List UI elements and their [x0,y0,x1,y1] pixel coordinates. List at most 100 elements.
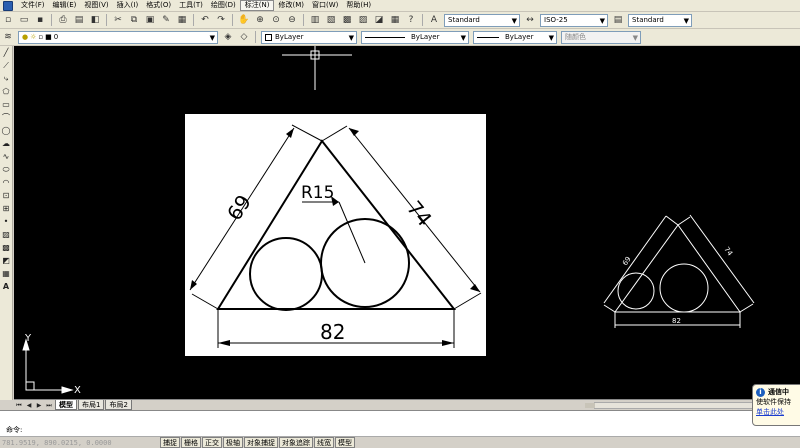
spline-icon[interactable]: ∿ [1,150,12,163]
prev-tab-icon[interactable]: ◀ [24,401,34,410]
text-style-select[interactable]: Standard ▼ [444,13,520,27]
dim-bottom-label: 82 [320,320,345,344]
chevron-down-icon: ▼ [599,16,605,25]
layer-select[interactable]: ● ☼ ▫ ■ 0 ▼ [18,30,218,44]
open-file-icon[interactable]: ▭ [17,14,31,27]
dim-style-select[interactable]: ISO-25 ▼ [540,13,608,27]
text-style-icon[interactable]: A [427,14,441,27]
gradient-icon[interactable]: ▩ [1,241,12,254]
small-triangle-drawing [603,214,755,328]
tab-layout2[interactable]: 布局2 [105,400,132,410]
zoom-previous-icon[interactable]: ⊖ [285,14,299,27]
redo-icon[interactable]: ↷ [214,14,228,27]
menu-bar: 文件(F) 编辑(E) 视图(V) 插入(I) 格式(O) 工具(T) 绘图(D… [0,0,800,12]
rectangle-icon[interactable]: ▭ [1,98,12,111]
first-tab-icon[interactable]: ⏮ [14,401,24,410]
design-center-icon[interactable]: ▧ [324,14,338,27]
zoom-realtime-icon[interactable]: ⊕ [253,14,267,27]
circle-icon[interactable]: ◯ [1,124,12,137]
zoom-window-icon[interactable]: ⊙ [269,14,283,27]
print-preview-icon[interactable]: ▤ [72,14,86,27]
paste-icon[interactable]: ▣ [143,14,157,27]
ellipse-icon[interactable]: ⬭ [1,163,12,176]
color-select[interactable]: ByLayer ▼ [261,30,357,44]
last-tab-icon[interactable]: ⏭ [44,401,54,410]
tool-palettes-icon[interactable]: ▩ [340,14,354,27]
notification-title-row: i 通信中 [756,387,800,397]
construction-line-icon[interactable]: ⟋ [1,59,12,72]
help-icon[interactable]: ? [404,14,418,27]
menu-format[interactable]: 格式(O) [142,0,175,11]
hatch-icon[interactable]: ▨ [1,228,12,241]
lineweight-toggle[interactable]: 线宽 [314,437,334,448]
table-style-icon[interactable]: ▤ [611,14,625,27]
otrack-toggle[interactable]: 对象追踪 [279,437,313,448]
radius-label: R15 [301,183,334,203]
layer-manager-icon[interactable]: ≋ [1,31,15,44]
make-block-icon[interactable]: ⊞ [1,202,12,215]
print-icon[interactable]: ⎙ [56,14,70,27]
plot-style-select[interactable]: 随颜色 ▼ [561,30,641,44]
menu-view[interactable]: 视图(V) [80,0,112,11]
scrollbar-thumb[interactable] [585,403,595,408]
layer-value: 0 [53,33,59,41]
menu-window[interactable]: 窗口(W) [308,0,342,11]
line-icon[interactable]: ╱ [1,46,12,59]
ellipse-arc-icon[interactable]: ◠ [1,176,12,189]
tab-model[interactable]: 模型 [55,400,77,410]
menu-help[interactable]: 帮助(H) [342,0,375,11]
linetype-select[interactable]: ByLayer ▼ [361,30,469,44]
pan-icon[interactable]: ✋ [237,14,251,27]
dim-style-icon[interactable]: ↔ [523,14,537,27]
table-style-select[interactable]: Standard ▼ [628,13,692,27]
next-tab-icon[interactable]: ▶ [34,401,44,410]
notification-balloon[interactable]: i 通信中 使软件保持 单击此处 [752,384,800,426]
app-icon[interactable] [3,0,13,11]
ortho-toggle[interactable]: 正交 [202,437,222,448]
menu-file[interactable]: 文件(F) [17,0,49,11]
undo-icon[interactable]: ↶ [198,14,212,27]
menu-modify[interactable]: 修改(M) [274,0,308,11]
menu-draw[interactable]: 绘图(D) [207,0,240,11]
save-icon[interactable]: ▪ [33,14,47,27]
menu-edit[interactable]: 编辑(E) [49,0,81,11]
calculator-icon[interactable]: ▦ [388,14,402,27]
model-toggle[interactable]: 模型 [335,437,355,448]
menu-dimension[interactable]: 标注(N) [239,0,275,11]
arc-icon[interactable]: ⌒ [1,111,12,124]
tab-layout1[interactable]: 布局1 [78,400,105,410]
polyline-icon[interactable]: ⤷ [1,72,12,85]
properties-icon[interactable]: ▥ [308,14,322,27]
polar-toggle[interactable]: 极轴 [223,437,243,448]
make-object-layer-current-icon[interactable]: ◈ [221,31,235,44]
new-file-icon[interactable]: ▫ [1,14,15,27]
drawing-area[interactable]: 69 74 82 R15 69 74 82 Y X [14,46,800,399]
lineweight-select[interactable]: ByLayer ▼ [473,30,557,44]
table-icon[interactable]: ▦ [1,267,12,280]
revision-cloud-icon[interactable]: ☁ [1,137,12,150]
cut-icon[interactable]: ✂ [111,14,125,27]
point-icon[interactable]: • [1,215,12,228]
notification-link[interactable]: 单击此处 [756,407,800,417]
snap-toggle[interactable]: 捕捉 [160,437,180,448]
region-icon[interactable]: ◩ [1,254,12,267]
multiline-text-icon[interactable]: A [1,280,12,293]
menu-tools[interactable]: 工具(T) [175,0,207,11]
layer-previous-icon[interactable]: ◇ [237,31,251,44]
copy-icon[interactable]: ⧉ [127,14,141,27]
markup-icon[interactable]: ◪ [372,14,386,27]
polygon-icon[interactable]: ⬠ [1,85,12,98]
sheet-set-icon[interactable]: ▨ [356,14,370,27]
info-icon: i [756,387,765,397]
osnap-toggle[interactable]: 对象捕捉 [244,437,278,448]
command-window[interactable]: 命令: [0,410,800,436]
standard-toolbar: ▫ ▭ ▪ ⎙ ▤ ◧ ✂ ⧉ ▣ ✎ ▦ ↶ ↷ ✋ ⊕ ⊙ ⊖ ▥ ▧ ▩ … [0,12,800,29]
chevron-down-icon: ▼ [460,33,466,42]
publish-icon[interactable]: ◧ [88,14,102,27]
match-properties-icon[interactable]: ✎ [159,14,173,27]
grid-toggle[interactable]: 栅格 [181,437,201,448]
insert-block-icon[interactable]: ⊡ [1,189,12,202]
menu-insert[interactable]: 插入(I) [113,0,143,11]
lightbulb-icon: ● [22,33,29,41]
block-editor-icon[interactable]: ▦ [175,14,189,27]
